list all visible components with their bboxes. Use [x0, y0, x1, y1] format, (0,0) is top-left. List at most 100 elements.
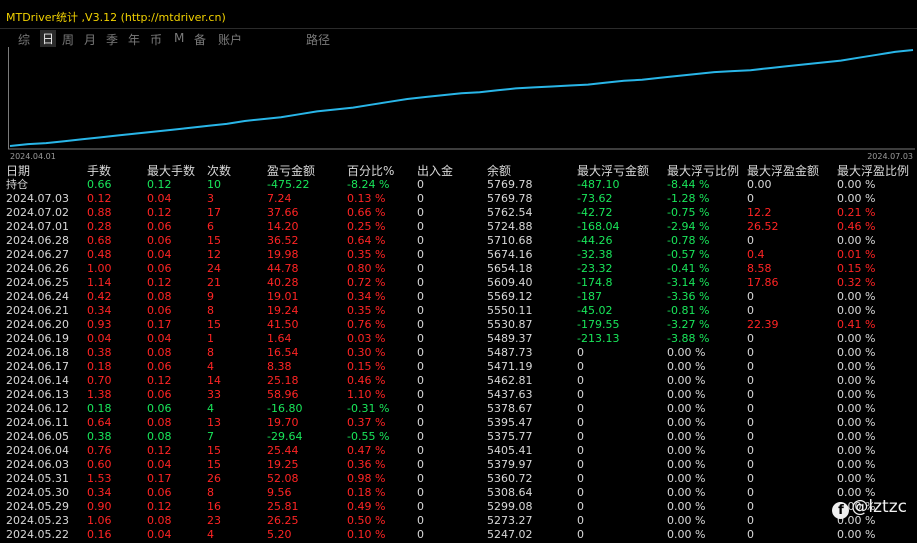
cell-balance: 5395.47: [487, 416, 533, 429]
cell-lots: 0.18: [87, 360, 112, 373]
cell-lots: 0.70: [87, 374, 112, 387]
tab-3[interactable]: 月: [84, 31, 96, 48]
cell-pnl: 25.81: [267, 500, 299, 513]
cell-max-float-profit: 8.58: [747, 262, 772, 275]
table-row[interactable]: 2024.05.23 1.06 0.08 23 26.25 0.50 % 0 5273.27 0…: [0, 514, 917, 528]
cell-max-float-loss-pct: -3.14 %: [667, 276, 710, 289]
table-row[interactable]: 2024.05.29 0.90 0.12 16 25.81 0.49 % 0 5299.08 0…: [0, 500, 917, 514]
table-row[interactable]: 2024.06.28 0.68 0.06 15 36.52 0.64 % 0 5710.68 -…: [0, 234, 917, 248]
table-row[interactable]: 2024.05.30 0.34 0.06 8 9.56 0.18 % 0 5308.64 0 0.…: [0, 486, 917, 500]
cell-max-float-loss-pct: 0.00 %: [667, 528, 706, 541]
tab-6[interactable]: 币: [150, 31, 162, 48]
cell-percent: 0.98 %: [347, 472, 386, 485]
cell-pnl: -475.22: [267, 178, 310, 191]
table-row[interactable]: 2024.06.25 1.14 0.12 21 40.28 0.72 % 0 5609.40 -…: [0, 276, 917, 290]
cell-percent: 0.37 %: [347, 416, 386, 429]
table-row[interactable]: 2024.05.22 0.16 0.04 4 5.20 0.10 % 0 5247.02 0 0.…: [0, 528, 917, 542]
table-row[interactable]: 2024.06.21 0.34 0.06 8 19.24 0.35 % 0 5550.11 -4…: [0, 304, 917, 318]
cell-deposit: 0: [417, 374, 424, 387]
holding-row[interactable]: 持仓 0.66 0.12 10 -475.22 -8.24 % 0 5769.78 -487.1…: [0, 178, 917, 192]
cell-pnl: 5.20: [267, 528, 292, 541]
cell-count: 15: [207, 318, 221, 331]
cell-balance: 5724.88: [487, 220, 533, 233]
cell-max-lots: 0.04: [147, 248, 172, 261]
cell-max-float-profit-pct: 0.00 %: [837, 234, 876, 247]
table-row[interactable]: 2024.06.18 0.38 0.08 8 16.54 0.30 % 0 5487.73 0 0…: [0, 346, 917, 360]
table-row[interactable]: 2024.06.12 0.18 0.06 4 -16.80 -0.31 % 0 5378.67…: [0, 402, 917, 416]
tab-1[interactable]: 日: [40, 30, 57, 47]
cell-max-float-profit-pct: 0.41 %: [837, 318, 876, 331]
table-row[interactable]: 2024.06.03 0.60 0.04 15 19.25 0.36 % 0 5379.97 0…: [0, 458, 917, 472]
tab-4[interactable]: 季: [106, 31, 118, 48]
cell-date: 2024.06.25: [6, 276, 69, 289]
table-row[interactable]: 2024.06.11 0.64 0.08 13 19.70 0.37 % 0 5395.47 0…: [0, 416, 917, 430]
cell-lots: 0.04: [87, 332, 112, 345]
table-row[interactable]: 2024.06.19 0.04 0.04 1 1.64 0.03 % 0 5489.37 -21…: [0, 332, 917, 346]
cell-count: 15: [207, 444, 221, 457]
cell-count: 7: [207, 430, 214, 443]
cell-percent: 0.35 %: [347, 304, 386, 317]
tab-10[interactable]: 路径: [306, 31, 330, 48]
cell-max-float-loss: 0: [577, 472, 584, 485]
table-row[interactable]: 2024.06.24 0.42 0.08 9 19.01 0.34 % 0 5569.12 -1…: [0, 290, 917, 304]
cell-lots: 1.06: [87, 514, 112, 527]
cell-max-float-loss: 0: [577, 528, 584, 541]
cell-deposit: 0: [417, 500, 424, 513]
cell-max-lots: 0.12: [147, 444, 172, 457]
cell-deposit: 0: [417, 332, 424, 345]
tab-5[interactable]: 年: [128, 31, 140, 48]
cell-max-float-loss-pct: -3.88 %: [667, 332, 710, 345]
table-row[interactable]: 2024.06.04 0.76 0.12 15 25.44 0.47 % 0 5405.41 0…: [0, 444, 917, 458]
table-row[interactable]: 2024.07.01 0.28 0.06 6 14.20 0.25 % 0 5724.88 -1…: [0, 220, 917, 234]
cell-max-lots: 0.06: [147, 360, 172, 373]
tab-7[interactable]: M: [174, 31, 184, 45]
cell-max-float-profit: 0: [747, 528, 754, 541]
cell-percent: 0.15 %: [347, 360, 386, 373]
cell-date: 2024.06.13: [6, 388, 69, 401]
table-row[interactable]: 2024.06.05 0.38 0.08 7 -29.64 -0.55 % 0 5375.77…: [0, 430, 917, 444]
cell-pnl: 19.98: [267, 248, 299, 261]
cell-max-lots: 0.12: [147, 276, 172, 289]
cell-pnl: 52.08: [267, 472, 299, 485]
table-row[interactable]: 2024.05.31 1.53 0.17 26 52.08 0.98 % 0 5360.72 0…: [0, 472, 917, 486]
tab-2[interactable]: 周: [62, 31, 74, 48]
cell-max-float-loss-pct: -3.36 %: [667, 290, 710, 303]
cell-max-float-loss: -44.26: [577, 234, 613, 247]
cell-max-float-loss-pct: -0.78 %: [667, 234, 710, 247]
cell-date: 2024.05.23: [6, 514, 69, 527]
cell-pnl: 9.56: [267, 486, 292, 499]
tab-9[interactable]: 账户: [218, 31, 242, 48]
table-row[interactable]: 2024.06.17 0.18 0.06 4 8.38 0.15 % 0 5471.19 0 0.…: [0, 360, 917, 374]
chart-start-date: 2024.04.01: [10, 152, 56, 161]
cell-deposit: 0: [417, 514, 424, 527]
cell-balance: 5609.40: [487, 276, 533, 289]
cell-max-lots: 0.06: [147, 220, 172, 233]
table-row[interactable]: 2024.06.26 1.00 0.06 24 44.78 0.80 % 0 5654.18 -…: [0, 262, 917, 276]
table-row[interactable]: 2024.07.02 0.88 0.12 17 37.66 0.66 % 0 5762.54 -…: [0, 206, 917, 220]
cell-date: 2024.06.14: [6, 374, 69, 387]
table-row[interactable]: 2024.06.27 0.48 0.04 12 19.98 0.35 % 0 5674.16 -…: [0, 248, 917, 262]
cell-balance: 5471.19: [487, 360, 533, 373]
table-row[interactable]: 2024.06.13 1.38 0.06 33 58.96 1.10 % 0 5437.63 0…: [0, 388, 917, 402]
table-row[interactable]: 2024.06.14 0.70 0.12 14 25.18 0.46 % 0 5462.81 0…: [0, 374, 917, 388]
cell-max-lots: 0.08: [147, 346, 172, 359]
tab-8[interactable]: 备: [194, 31, 206, 48]
cell-pnl: 36.52: [267, 234, 299, 247]
cell-max-float-loss-pct: 0.00 %: [667, 360, 706, 373]
header-max-float-loss: 最大浮亏金额: [577, 164, 650, 178]
tab-0[interactable]: 综: [18, 31, 30, 48]
cell-max-lots: 0.08: [147, 290, 172, 303]
cell-max-float-profit: 0: [747, 486, 754, 499]
chart-end-date: 2024.07.03: [867, 152, 913, 161]
table-row[interactable]: 2024.07.03 0.12 0.04 3 7.24 0.13 % 0 5769.78 -73…: [0, 192, 917, 206]
cell-max-float-loss-pct: -3.27 %: [667, 318, 710, 331]
cell-max-float-loss-pct: -0.75 %: [667, 206, 710, 219]
cell-max-float-loss: -32.38: [577, 248, 613, 261]
table-row[interactable]: 2024.06.20 0.93 0.17 15 41.50 0.76 % 0 5530.87 -…: [0, 318, 917, 332]
cell-percent: 0.46 %: [347, 374, 386, 387]
cell-count: 4: [207, 360, 214, 373]
cell-date: 2024.07.03: [6, 192, 69, 205]
cell-max-float-loss-pct: -2.94 %: [667, 220, 710, 233]
cell-max-float-profit: 0: [747, 402, 754, 415]
cell-max-float-profit-pct: 0.00 %: [837, 472, 876, 485]
